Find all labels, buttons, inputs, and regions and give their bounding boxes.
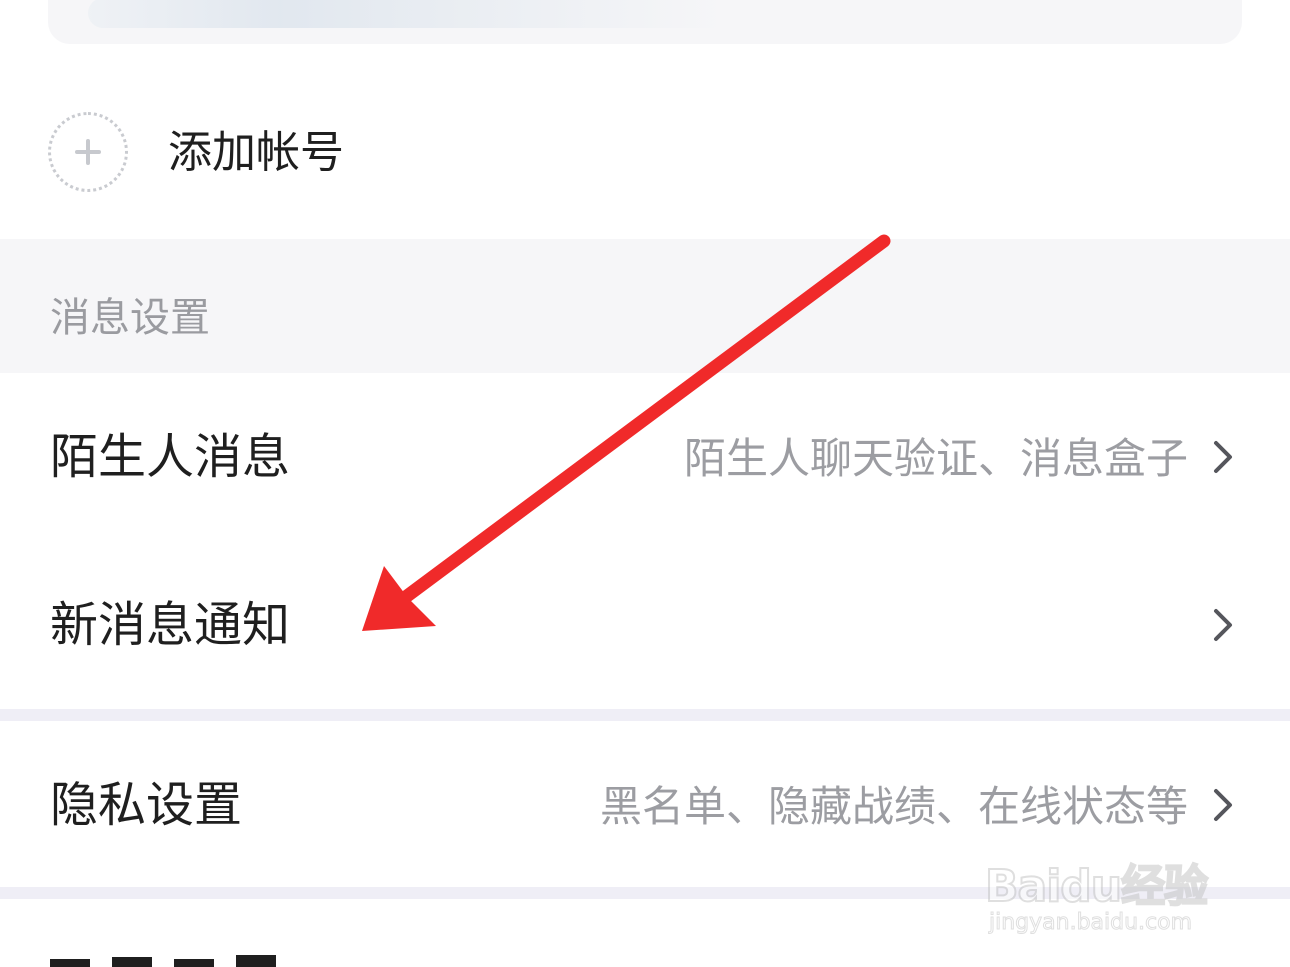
account-card[interactable] — [48, 0, 1242, 44]
watermark-url: jingyan.baidu.com — [988, 910, 1193, 936]
chevron-right-icon — [1214, 789, 1232, 821]
add-account-row[interactable]: 添加帐号 — [0, 95, 1290, 225]
row-label-cropped — [50, 955, 276, 967]
new-message-notification-row[interactable]: 新消息通知 — [0, 541, 1290, 709]
row-label: 隐私设置 — [50, 777, 243, 833]
add-account-label: 添加帐号 — [168, 127, 344, 178]
row-subtitle: 陌生人聊天验证、消息盒子 — [683, 434, 1188, 483]
stranger-messages-row[interactable]: 陌生人消息 陌生人聊天验证、消息盒子 — [0, 373, 1290, 541]
section-title: 消息设置 — [50, 295, 210, 341]
plus-icon — [75, 139, 101, 165]
account-card-content — [88, 0, 728, 28]
chevron-right-icon — [1214, 441, 1232, 473]
row-label: 新消息通知 — [50, 597, 291, 653]
add-account-circle[interactable] — [48, 112, 128, 192]
watermark-logo-text: Baidu经验 — [984, 860, 1209, 913]
row-label: 陌生人消息 — [50, 429, 291, 485]
baidu-jingyan-watermark: Baidu经验 jingyan.baidu.com — [984, 838, 1225, 948]
row-subtitle: 黑名单、隐藏战绩、在线状态等 — [599, 782, 1188, 831]
section-divider — [0, 709, 1290, 721]
chevron-right-icon — [1214, 609, 1232, 641]
